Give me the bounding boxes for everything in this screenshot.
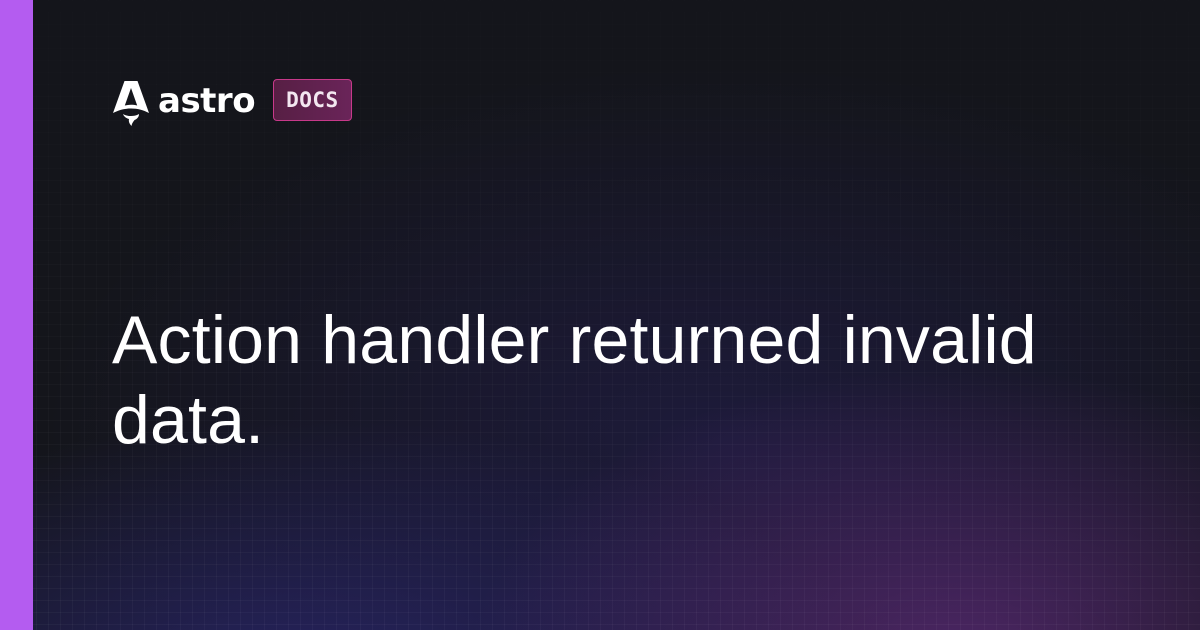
docs-badge: DOCS [273,79,352,121]
brand-header: astro DOCS [112,79,352,126]
og-card: astro DOCS Action handler returned inval… [0,0,1200,630]
astro-wordmark: astro [158,81,256,121]
accent-bar [0,0,33,630]
page-title: Action handler returned invalid data. [112,302,1037,458]
astro-rocket-icon [113,81,149,126]
